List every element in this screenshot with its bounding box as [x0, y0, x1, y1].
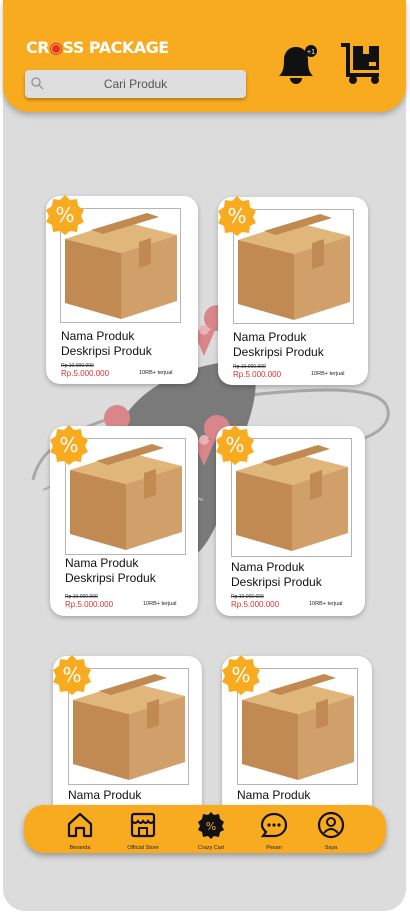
svg-text:%: % [62, 663, 81, 687]
chat-icon [260, 812, 288, 838]
logo-pin-icon: ◉ [49, 38, 63, 57]
product-card[interactable]: % Nama Produk Deskripsi Produk Rp.10.000… [50, 425, 198, 616]
cart-icon[interactable] [339, 42, 385, 86]
product-name: Nama Produk [233, 330, 307, 344]
profile-icon [317, 811, 345, 839]
nav-item-crazy-cart[interactable]: % Crazy Cart [181, 811, 241, 851]
product-description: Deskripsi Produk [65, 571, 156, 585]
product-description: Deskripsi Produk [231, 575, 322, 589]
notification-bell-icon[interactable]: +1 [273, 42, 319, 86]
product-description: Deskripsi Produk [61, 344, 152, 358]
product-name: Nama Produk [231, 560, 305, 574]
discount-icon: % [198, 812, 224, 839]
nav-label: Official Store [127, 845, 159, 851]
search-input[interactable]: Cari Produk [25, 70, 246, 98]
product-name: Nama Produk [237, 788, 311, 802]
product-price: Rp.5.000.000 [61, 369, 110, 378]
nav-label: Beranda [69, 845, 91, 851]
svg-text:%: % [59, 433, 78, 457]
product-card[interactable]: % Nama Produk [222, 655, 372, 826]
discount-badge-icon: % [46, 195, 84, 235]
product-sold-count: 10RB+ terjual [309, 601, 343, 607]
app-logo[interactable]: CR◉SS PACKAGE [26, 38, 169, 57]
nav-item-saya[interactable]: Saya [301, 811, 361, 851]
svg-text:%: % [231, 663, 250, 687]
notification-count: +1 [307, 49, 315, 56]
product-price: Rp.5.000.000 [65, 600, 114, 609]
product-card[interactable]: % Nama Produk Deskripsi Produk Rp.10.000… [216, 425, 365, 616]
product-name: Nama Produk [65, 556, 139, 570]
product-card[interactable]: % Nama Produk Deskripsi Produk Rp.10.000… [218, 196, 368, 385]
discount-badge-icon: % [216, 425, 254, 465]
product-price: Rp.5.000.000 [233, 370, 282, 379]
nav-item-official-store[interactable]: Official Store [113, 811, 173, 851]
search-placeholder: Cari Produk [103, 77, 168, 91]
svg-text:%: % [206, 820, 216, 833]
product-card[interactable]: % Nama Produk [53, 655, 202, 826]
home-icon [67, 812, 93, 838]
product-sold-count: 10RB+ terjual [139, 370, 173, 376]
product-name: Nama Produk [68, 788, 142, 802]
nav-label: Pesan [266, 845, 282, 851]
discount-badge-icon: % [222, 655, 260, 695]
svg-text:%: % [227, 204, 246, 228]
nav-label: Crazy Cart [197, 845, 225, 851]
product-card[interactable]: % Nama Produk Deskripsi Produk Rp.10.000… [46, 195, 198, 384]
nav-item-beranda[interactable]: Beranda [50, 811, 110, 851]
nav-label: Saya [324, 845, 338, 851]
store-icon [130, 812, 156, 838]
discount-badge-icon: % [50, 425, 88, 465]
discount-badge-icon: % [53, 655, 91, 695]
svg-text:%: % [55, 203, 74, 227]
logo-text-b: SS PACKAGE [62, 38, 170, 57]
product-name: Nama Produk [61, 329, 135, 343]
product-price: Rp.5.000.000 [231, 600, 280, 609]
svg-text:%: % [225, 433, 244, 457]
discount-badge-icon: % [218, 196, 256, 236]
product-description: Deskripsi Produk [233, 345, 324, 359]
nav-item-pesan[interactable]: Pesan [244, 811, 304, 851]
bottom-navigation: Beranda Official Store % Crazy Cart Pesa… [24, 805, 386, 853]
product-sold-count: 10RB+ terjual [311, 371, 345, 377]
product-sold-count: 10RB+ terjual [143, 601, 177, 607]
app-header: CR◉SS PACKAGE Cari Produk +1 [3, 0, 406, 112]
logo-text-a: CR [26, 38, 50, 57]
